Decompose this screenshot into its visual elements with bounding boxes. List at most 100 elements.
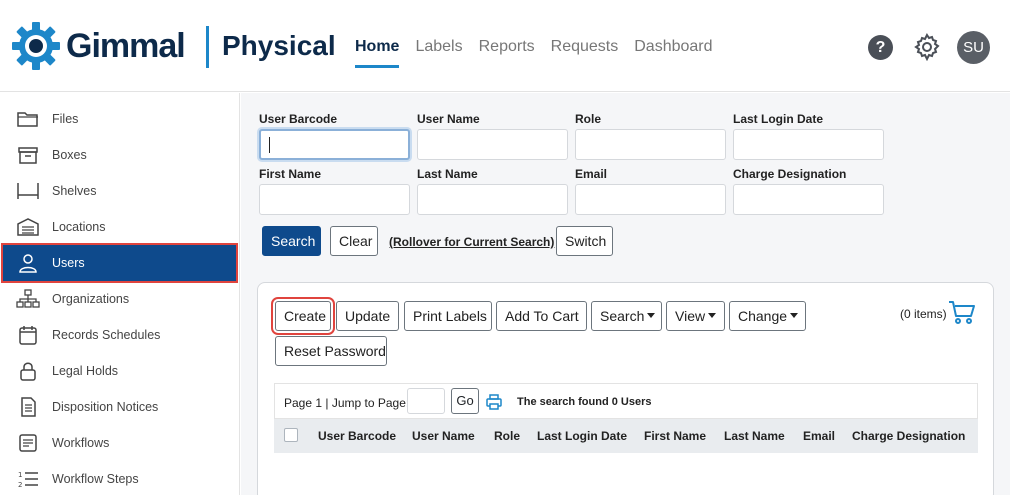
main-content: User Barcode User Name Role Last Login D… [241,93,1010,495]
user-name-input[interactable] [417,129,568,160]
sidebar-item-label: Users [52,256,85,270]
sidebar-item-organizations[interactable]: Organizations [0,281,240,317]
sidebar-item-shelves[interactable]: Shelves [0,173,240,209]
sidebar-item-label: Organizations [52,292,130,306]
create-button[interactable]: Create [271,297,335,335]
last-login-date-input[interactable] [733,129,884,160]
column-header-first-name[interactable]: First Name [644,429,706,443]
column-header-email[interactable]: Email [803,429,835,443]
search-result-count: The search found 0 Users [517,396,652,408]
help-icon[interactable]: ? [868,35,893,60]
add-to-cart-button[interactable]: Add To Cart [496,301,587,331]
nav-reports[interactable]: Reports [479,38,535,68]
chevron-down-icon [647,313,656,319]
page-indicator: Page 1 | Jump to Page: [284,396,410,410]
nav-requests[interactable]: Requests [551,38,619,68]
nav-dashboard[interactable]: Dashboard [634,38,712,68]
sidebar-item-boxes[interactable]: Boxes [0,137,240,173]
sidebar-item-records-schedules[interactable]: Records Schedules [0,317,240,353]
column-header-charge-designation[interactable]: Charge Designation [852,429,965,443]
first-name-label: First Name [259,167,322,181]
product-name: Physical [222,30,336,61]
user-avatar[interactable]: SU [957,31,990,64]
search-dropdown-label: Search [600,308,645,324]
sidebar-item-workflows[interactable]: Workflows [0,425,240,461]
sidebar-item-label: Shelves [52,184,97,198]
warehouse-icon [17,218,39,236]
user-barcode-input[interactable] [259,129,410,160]
shelf-icon [17,183,39,199]
calendar-icon [19,326,37,345]
sidebar-item-locations[interactable]: Locations [0,209,240,245]
jump-to-page-input[interactable] [407,388,445,414]
last-name-input[interactable] [417,184,568,215]
charge-designation-input[interactable] [733,184,884,215]
select-all-checkbox[interactable] [284,428,298,442]
sidebar-item-disposition-notices[interactable]: Disposition Notices [0,389,240,425]
view-dropdown-button[interactable]: View [666,301,725,331]
nav-labels[interactable]: Labels [415,38,462,68]
reset-password-button[interactable]: Reset Password [275,336,387,366]
go-button[interactable]: Go [451,388,479,414]
charge-designation-label: Charge Designation [733,167,847,181]
cart-count[interactable]: (0 items) [900,307,947,321]
role-input[interactable] [575,129,726,160]
org-chart-icon [16,289,40,308]
folder-icon [17,112,38,127]
svg-text:2: 2 [18,481,22,489]
column-header-last-login-date[interactable]: Last Login Date [537,429,627,443]
user-name-label: User Name [417,112,480,126]
sidebar-item-label: Workflows [52,436,110,450]
rollover-search-link[interactable]: (Rollover for Current Search) [389,235,554,249]
sidebar-item-label: Files [52,112,79,126]
document-icon [21,397,36,417]
grid-header-row: User Barcode User Name Role Last Login D… [274,419,978,453]
numbered-list-icon: 12 [18,471,38,489]
first-name-input[interactable] [259,184,410,215]
column-header-role[interactable]: Role [494,429,520,443]
print-icon[interactable] [486,394,502,410]
last-name-label: Last Name [417,167,478,181]
nav-home[interactable]: Home [355,38,400,68]
sidebar: Files Boxes Shelves Locations Users Orga… [0,93,240,495]
sidebar-item-label: Legal Holds [52,364,119,378]
view-dropdown-label: View [675,308,706,324]
text-caret [269,137,270,153]
sidebar-item-label: Workflow Steps [52,472,139,486]
role-label: Role [575,112,602,126]
update-button[interactable]: Update [336,301,399,331]
sidebar-item-label: Disposition Notices [52,400,159,414]
column-header-user-barcode[interactable]: User Barcode [318,429,396,443]
svg-text:1: 1 [18,471,22,479]
sidebar-item-workflow-steps[interactable]: 12 Workflow Steps [0,461,240,495]
app-header: Gimmal Physical Home Labels Reports Requ… [0,0,1010,92]
brand-name: Gimmal [66,26,186,65]
sidebar-item-label: Locations [52,220,106,234]
change-dropdown-button[interactable]: Change [729,301,806,331]
email-input[interactable] [575,184,726,215]
last-login-date-label: Last Login Date [733,112,824,126]
main-nav: Home Labels Reports Requests Dashboard [355,38,729,68]
column-header-last-name[interactable]: Last Name [724,429,785,443]
sidebar-item-legal-holds[interactable]: Legal Holds [0,353,240,389]
gimmal-logo[interactable]: Gimmal [10,20,186,72]
sidebar-item-files[interactable]: Files [0,101,240,137]
shopping-cart-icon[interactable] [948,299,976,325]
gear-logo-icon [12,22,60,70]
box-icon [18,147,38,164]
print-labels-button[interactable]: Print Labels [404,301,492,331]
column-header-user-name[interactable]: User Name [412,429,475,443]
chevron-down-icon [790,313,799,319]
change-dropdown-label: Change [738,308,788,324]
switch-button[interactable]: Switch [556,226,613,256]
clear-button[interactable]: Clear [330,226,378,256]
search-button[interactable]: Search [262,226,321,256]
sidebar-item-label: Boxes [52,148,87,162]
user-icon [19,254,37,273]
results-panel: Create Update Print Labels Add To Cart S… [257,282,994,495]
search-dropdown-button[interactable]: Search [591,301,662,331]
workflow-icon [19,434,37,452]
settings-gear-icon[interactable] [913,33,941,61]
lock-icon [20,362,36,381]
sidebar-item-users[interactable]: Users [1,243,238,283]
